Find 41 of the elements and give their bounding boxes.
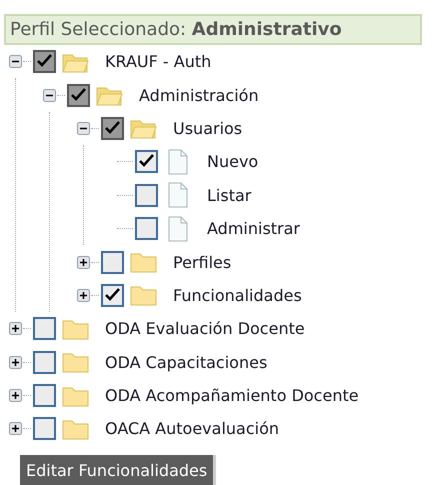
checkbox[interactable] (33, 384, 56, 408)
tree-item-label[interactable]: KRAUF - Auth (105, 52, 212, 72)
expand-icon[interactable] (9, 422, 22, 436)
checkbox[interactable] (135, 184, 158, 207)
tree-item-label[interactable]: Usuarios (173, 118, 242, 138)
tree-item-label[interactable]: ODA Acompañamiento Docente (105, 386, 359, 406)
folder-icon (62, 318, 89, 340)
checkbox[interactable] (33, 417, 56, 440)
checkbox[interactable] (67, 84, 90, 107)
folder-icon (130, 251, 157, 274)
collapse-icon[interactable] (9, 55, 22, 68)
expand-icon[interactable] (77, 288, 90, 302)
folder-icon (62, 418, 89, 440)
checkbox[interactable] (101, 250, 124, 274)
collapse-icon[interactable] (43, 88, 56, 102)
profile-header: Perfil Seleccionado: Administrativo (4, 14, 422, 45)
checkbox[interactable] (101, 116, 124, 140)
tree-item-label[interactable]: Nuevo (207, 152, 258, 172)
expand-icon[interactable] (77, 256, 90, 269)
expand-icon[interactable] (9, 389, 22, 402)
tree-item-label[interactable]: Perfiles (173, 252, 232, 272)
collapse-icon[interactable] (77, 122, 90, 135)
tree-item-label[interactable]: Listar (207, 186, 252, 205)
checkbox[interactable] (33, 50, 56, 74)
tree-item-label[interactable]: Administración (139, 86, 259, 105)
edit-button[interactable]: Editar Funcionalidades (20, 454, 216, 485)
expand-icon[interactable] (9, 356, 22, 369)
folder-icon (130, 284, 157, 306)
tree-item-label[interactable]: ODA Capacitaciones (105, 352, 268, 372)
checkbox[interactable] (33, 317, 56, 340)
tree-item-label[interactable]: Funcionalidades (173, 286, 302, 305)
checkbox[interactable] (101, 284, 124, 307)
checkbox[interactable] (135, 217, 158, 240)
tree-item-label[interactable]: Administrar (207, 219, 300, 238)
expand-icon[interactable] (9, 322, 22, 336)
checkbox[interactable] (33, 350, 56, 374)
tree-item-label[interactable]: OACA Autoevaluación (105, 419, 280, 438)
checkbox[interactable] (135, 150, 158, 174)
folder-icon (62, 351, 89, 374)
tree-item-label[interactable]: ODA Evaluación Docente (105, 319, 305, 338)
folder-icon (62, 384, 89, 407)
